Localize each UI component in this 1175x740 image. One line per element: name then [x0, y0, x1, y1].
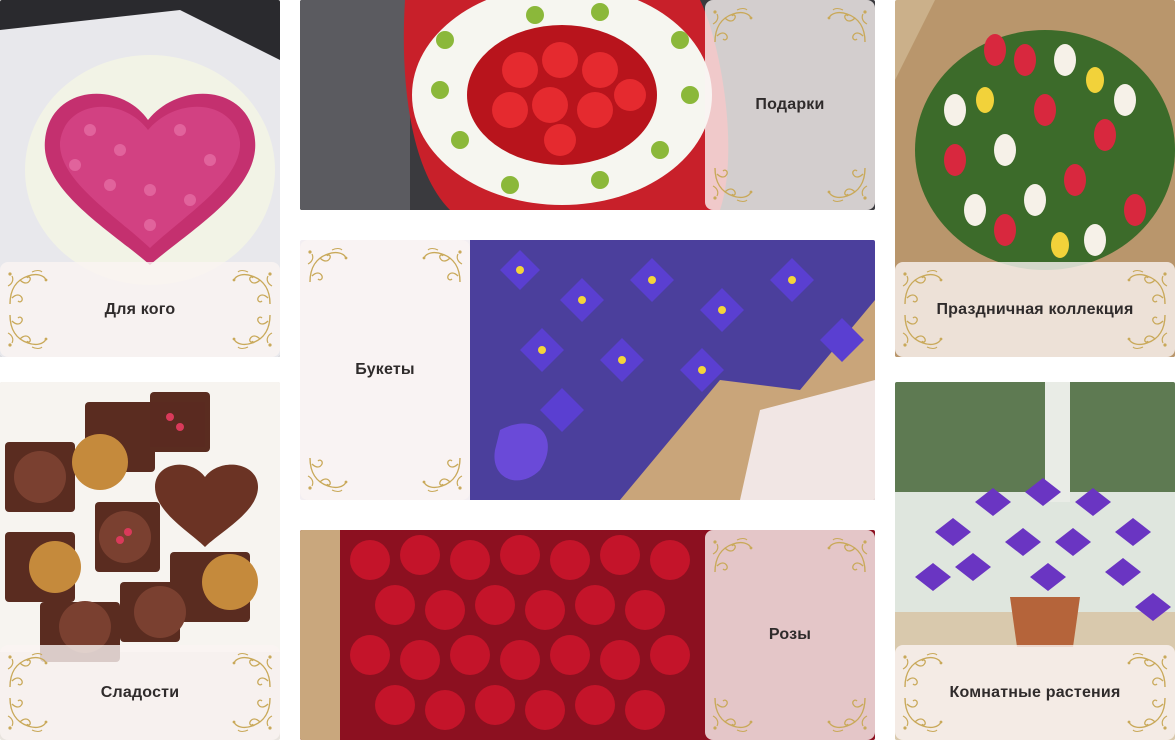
gold-flourish-corner-icon [711, 536, 755, 576]
category-label: Сладости [100, 683, 180, 701]
gold-flourish-corner-icon [6, 311, 50, 351]
gold-flourish-corner-icon [1125, 651, 1169, 691]
category-label-panel: Комнатные растения [895, 645, 1175, 740]
gold-flourish-corner-icon [1125, 268, 1169, 308]
category-label-panel: Сладости [0, 645, 280, 740]
gold-flourish-corner-icon [711, 694, 755, 734]
gold-flourish-corner-icon [6, 694, 50, 734]
gold-flourish-corner-icon [711, 6, 755, 46]
gold-flourish-corner-icon [230, 651, 274, 691]
category-label-panel: Праздничная коллекция [895, 262, 1175, 357]
category-tile-holiday-collection[interactable]: Праздничная коллекция [895, 0, 1175, 357]
gold-flourish-corner-icon [901, 268, 945, 308]
gold-flourish-corner-icon [901, 694, 945, 734]
gold-flourish-corner-icon [420, 454, 464, 494]
gold-flourish-corner-icon [711, 164, 755, 204]
gold-flourish-corner-icon [825, 536, 869, 576]
category-tile-for-whom[interactable]: Для кого [0, 0, 280, 357]
category-label: Праздничная коллекция [936, 300, 1134, 318]
category-tile-sweets[interactable]: Сладости [0, 382, 280, 740]
gold-flourish-corner-icon [825, 164, 869, 204]
gold-flourish-corner-icon [1125, 311, 1169, 351]
gold-flourish-corner-icon [825, 694, 869, 734]
category-tile-houseplants[interactable]: Комнатные растения [895, 382, 1175, 740]
gold-flourish-corner-icon [1125, 694, 1169, 734]
category-tile-gifts[interactable]: Подарки [300, 0, 875, 210]
category-label-panel: Букеты [300, 240, 470, 500]
gold-flourish-corner-icon [230, 268, 274, 308]
gold-flourish-corner-icon [420, 246, 464, 286]
gold-flourish-corner-icon [825, 6, 869, 46]
gold-flourish-corner-icon [901, 311, 945, 351]
gold-flourish-corner-icon [6, 268, 50, 308]
gold-flourish-corner-icon [306, 454, 350, 494]
gold-flourish-corner-icon [306, 246, 350, 286]
category-label-panel: Для кого [0, 262, 280, 357]
category-tile-bouquets[interactable]: Букеты [300, 240, 875, 500]
gold-flourish-corner-icon [230, 694, 274, 734]
category-label-panel: Розы [705, 530, 875, 740]
gold-flourish-corner-icon [901, 651, 945, 691]
category-label: Подарки [755, 96, 825, 113]
category-tile-roses[interactable]: Розы [300, 530, 875, 740]
category-label-panel: Подарки [705, 0, 875, 210]
category-label: Букеты [355, 361, 415, 378]
gold-flourish-corner-icon [6, 651, 50, 691]
category-label: Розы [768, 626, 812, 643]
gold-flourish-corner-icon [230, 311, 274, 351]
category-label: Комнатные растения [949, 683, 1121, 701]
category-label: Для кого [104, 300, 176, 318]
